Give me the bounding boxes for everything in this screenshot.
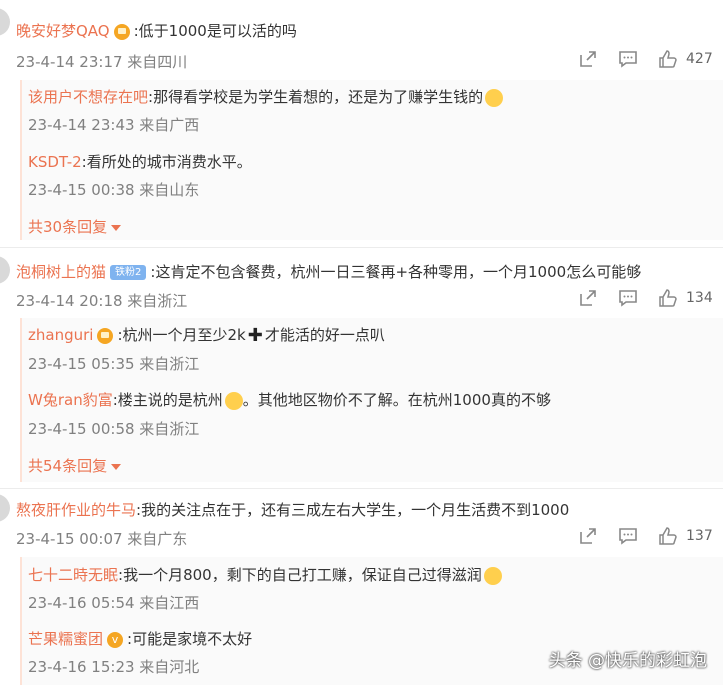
more-replies-label: 共54条回复: [28, 457, 108, 475]
plus-emoji-icon: ✚: [247, 325, 263, 346]
reply-text: :我一个月800，剩下的自己打工赚，保证自己过得滋润: [118, 566, 482, 584]
divider: [0, 247, 723, 248]
reply-meta: 23-4-15 05:35 来自浙江: [28, 355, 200, 373]
reply: zhanguri :杭州一个月至少2k ✚ 才能活的好一点叭: [28, 324, 385, 346]
laughing-emoji-icon: [483, 566, 502, 585]
comment-text: :这肯定不包含餐费，杭州一日三餐再+各种零用，一个月1000怎么可能够: [150, 263, 642, 281]
reply: 该用户不想存在吧:那得看学校是为学生着想的，还是为了赚学生钱的: [28, 86, 504, 107]
comment-actions: 137: [578, 526, 713, 546]
reply-text: :那得看学校是为学生着想的，还是为了赚学生钱的: [148, 88, 484, 106]
comment-meta: 23-4-14 23:17 来自四川: [16, 53, 188, 71]
verified-badge-icon: v: [107, 631, 124, 648]
reply: W兔ran豹富:楼主说的是杭州 。其他地区物价不了解。在杭州1000真的不够: [28, 389, 551, 410]
like-icon[interactable]: [658, 288, 678, 308]
reply-text-cont: 。其他地区物价不了解。在杭州1000真的不够: [242, 391, 551, 409]
avatar[interactable]: [0, 494, 10, 522]
more-replies-link[interactable]: 共30条回复: [28, 216, 122, 237]
like-icon[interactable]: [658, 49, 678, 69]
like-count: 137: [686, 528, 713, 544]
watermark: 头条 @快乐的彩虹泡: [548, 651, 707, 671]
comment-text: :低于1000是可以活的吗: [133, 22, 297, 40]
reply-meta: 23-4-15 00:38 来自山东: [28, 181, 200, 199]
reply-username[interactable]: 该用户不想存在吧: [28, 88, 148, 106]
reply: 七十二時无眠:我一个月800，剩下的自己打工赚，保证自己过得滋润: [28, 564, 502, 585]
reply-meta: 23-4-16 15:23 来自河北: [28, 658, 200, 676]
reply-text: :可能是家境不太好: [127, 630, 253, 648]
cat-emoji-icon: [485, 88, 504, 107]
more-replies-label: 共30条回复: [28, 218, 108, 236]
reply-text-cont: 才能活的好一点叭: [264, 326, 385, 344]
fan-badge: 铁粉2: [110, 265, 147, 280]
share-icon[interactable]: [578, 49, 598, 69]
reply-meta: 23-4-14 23:43 来自广西: [28, 116, 200, 134]
like-count: 427: [686, 51, 713, 67]
comment-username[interactable]: 熬夜肝作业的牛马: [16, 501, 136, 519]
crown-badge-icon: [113, 23, 130, 40]
reply-username[interactable]: 七十二時无眠: [28, 566, 118, 584]
comment-1: 晚安好梦QAQ :低于1000是可以活的吗: [16, 20, 297, 41]
comment-meta: 23-4-14 20:18 来自浙江: [16, 292, 188, 310]
comment-actions: 134: [578, 288, 713, 308]
crown-badge-icon: [97, 327, 114, 344]
reply-meta: 23-4-16 05:54 来自江西: [28, 594, 200, 612]
reply: 芒果糯蜜团 v:可能是家境不太好: [28, 628, 252, 649]
comment-icon[interactable]: [618, 49, 638, 69]
like-count: 134: [686, 290, 713, 306]
comment-icon[interactable]: [618, 288, 638, 308]
comment-username[interactable]: 晚安好梦QAQ: [16, 22, 110, 40]
reply-text: :看所处的城市消费水平。: [81, 153, 252, 171]
reply-username[interactable]: KSDT-2: [28, 153, 82, 171]
avatar[interactable]: [0, 8, 10, 36]
divider: [0, 488, 723, 489]
reply-text: :楼主说的是杭州: [112, 391, 223, 409]
reply-meta: 23-4-15 00:58 来自浙江: [28, 420, 200, 438]
comment-2: 泡桐树上的猫 铁粉2:这肯定不包含餐费，杭州一日三餐再+各种零用，一个月1000怎…: [16, 261, 641, 282]
share-icon[interactable]: [578, 288, 598, 308]
comment-username[interactable]: 泡桐树上的猫: [16, 263, 106, 281]
caret-down-icon: [111, 463, 122, 470]
comment-icon[interactable]: [618, 526, 638, 546]
reply-username[interactable]: 芒果糯蜜团: [28, 630, 103, 648]
reply-username[interactable]: zhanguri: [28, 326, 93, 344]
comment-3: 熬夜肝作业的牛马:我的关注点在于，还有三成左右大学生，一个月生活费不到1000: [16, 499, 569, 520]
more-replies-link[interactable]: 共54条回复: [28, 455, 122, 476]
comment-meta: 23-4-15 00:07 来自广东: [16, 530, 188, 548]
reply-text: :杭州一个月至少2k: [117, 326, 246, 344]
share-icon[interactable]: [578, 526, 598, 546]
avatar[interactable]: [0, 256, 10, 284]
caret-down-icon: [111, 224, 122, 231]
comment-actions: 427: [578, 49, 713, 69]
crying-emoji-icon: [224, 391, 243, 410]
reply: KSDT-2:看所处的城市消费水平。: [28, 151, 252, 172]
comment-text: :我的关注点在于，还有三成左右大学生，一个月生活费不到1000: [136, 501, 570, 519]
like-icon[interactable]: [658, 526, 678, 546]
reply-username[interactable]: W兔ran豹富: [28, 391, 113, 409]
